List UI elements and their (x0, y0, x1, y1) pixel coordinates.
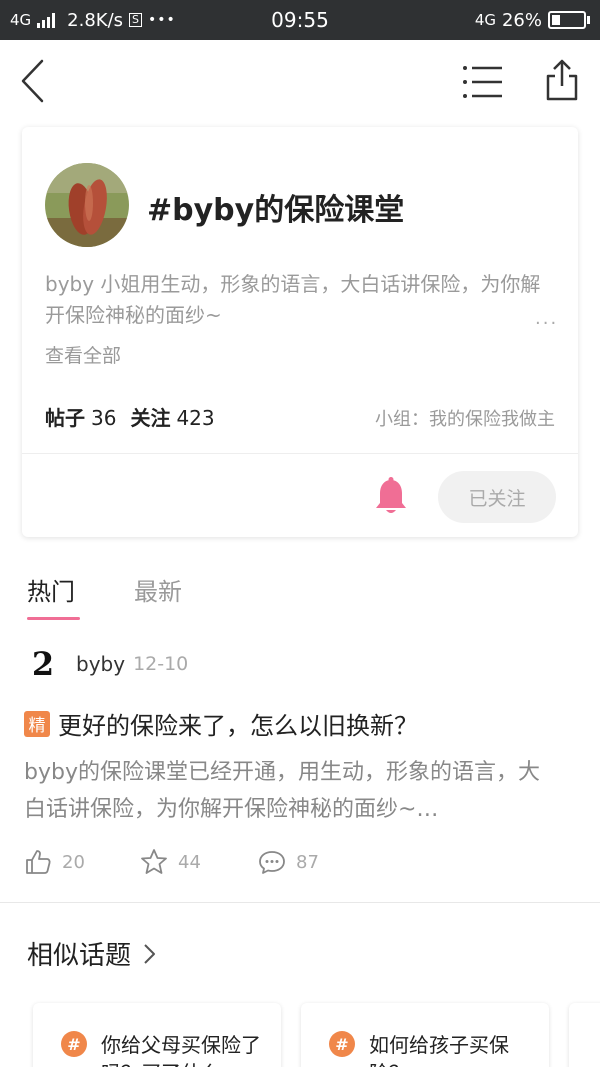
divider (22, 453, 578, 454)
battery-percent: 26% (501, 9, 542, 31)
post-excerpt[interactable]: byby的保险课堂已经开通，用生动，形象的语言，大白话讲保险，为你解开保险神秘的… (24, 754, 554, 828)
signal-icon (37, 12, 56, 28)
avatar[interactable]: 2 (24, 645, 62, 683)
featured-badge: 精 (24, 710, 50, 737)
followers-label: 关注 (130, 406, 171, 430)
similar-topic-card[interactable]: # 如何给孩子买保险？ (301, 1003, 549, 1067)
topic-card: #byby的保险课堂 byby 小姐用生动，形象的语言，大白话讲保险，为你解开保… (22, 127, 578, 537)
active-tab-indicator (27, 617, 80, 620)
top-nav (0, 40, 600, 124)
posts-label: 帖子 (45, 406, 85, 430)
thumbs-up-icon (26, 850, 51, 874)
battery-icon (548, 11, 590, 29)
similar-topic-card-partial[interactable] (569, 1003, 600, 1067)
similar-topic-title: 你给父母买保险了吗？买了什么 (101, 1033, 261, 1067)
followed-button[interactable]: 已关注 (438, 471, 556, 523)
comment-count: 87 (296, 851, 319, 873)
chevron-right-icon (144, 943, 156, 964)
comment-icon (259, 851, 285, 874)
notification-button[interactable] (374, 477, 408, 517)
like-button[interactable]: 20 (24, 848, 85, 876)
comment-button[interactable]: 87 (258, 848, 319, 876)
favorite-count: 44 (178, 851, 201, 873)
topic-stats: 帖子 36 关注 423 (45, 402, 215, 431)
similar-topic-card[interactable]: # 你给父母买保险了吗？买了什么 (33, 1003, 281, 1067)
topic-avatar (45, 163, 129, 247)
post-title[interactable]: 更好的保险来了，怎么以旧换新？ (58, 706, 418, 741)
share-button[interactable] (544, 58, 580, 102)
network-speed: 2.8K/s (67, 9, 124, 31)
menu-button[interactable] (462, 64, 504, 100)
group-link[interactable]: 小组：我的保险我做主 (375, 405, 555, 431)
posts-stat[interactable]: 帖子 36 (45, 402, 116, 431)
share-icon (546, 59, 578, 101)
post-author-row[interactable]: 2 byby 12-10 (24, 645, 188, 683)
network-type: 4G (10, 11, 32, 29)
similar-topic-title: 如何给孩子买保险？ (369, 1033, 509, 1067)
star-icon (141, 849, 167, 874)
back-button[interactable] (18, 58, 48, 104)
divider (0, 902, 600, 903)
followers-stat[interactable]: 关注 423 (130, 402, 214, 431)
topic-description: byby 小姐用生动，形象的语言，大白话讲保险，为你解开保险神秘的面纱~ (45, 272, 541, 327)
favorite-button[interactable]: 44 (140, 848, 201, 876)
status-bar: 4G 2.8K/s S ••• 09:55 4G 26% (0, 0, 600, 40)
description-more-icon[interactable]: ··· (535, 313, 558, 334)
s-badge-icon: S (129, 13, 143, 27)
post-date: 12-10 (133, 653, 189, 675)
tab-hot[interactable]: 热门 (27, 572, 75, 607)
author-name[interactable]: byby (76, 652, 125, 676)
tab-latest[interactable]: 最新 (134, 572, 182, 607)
posts-count: 36 (91, 406, 117, 430)
chevron-left-icon (21, 59, 44, 103)
topic-title: #byby的保险课堂 (147, 193, 405, 228)
list-icon (463, 66, 502, 98)
network-type-right: 4G (474, 11, 496, 29)
bell-icon (376, 477, 406, 513)
followers-count: 423 (176, 406, 215, 430)
similar-topics-header[interactable]: 相似话题 (27, 935, 157, 972)
feed-tabs: 热门 最新 (0, 560, 600, 624)
hashtag-icon: # (61, 1031, 87, 1057)
view-all-link[interactable]: 查看全部 (45, 341, 121, 368)
similar-topics-title: 相似话题 (27, 941, 132, 971)
hashtag-icon: # (329, 1031, 355, 1057)
more-notifications-icon: ••• (148, 12, 176, 28)
like-count: 20 (62, 851, 85, 873)
post-title-row[interactable]: 精 更好的保险来了，怎么以旧换新？ (24, 706, 418, 741)
